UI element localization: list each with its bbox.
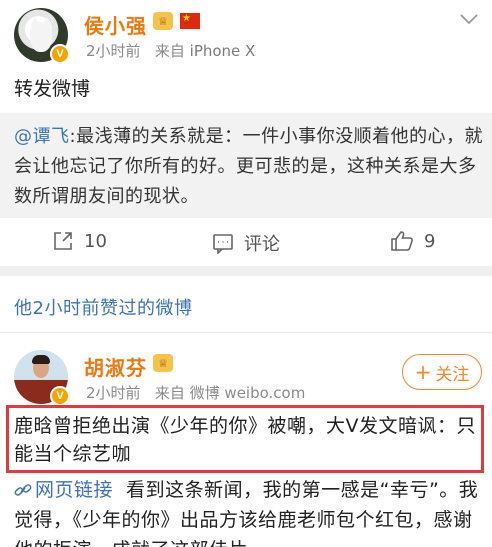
post-time: 2小时前: [86, 384, 141, 402]
quote-body: :最浅薄的关系就是：一件小事你没顺着他的心，就会让他忘记了你所有的好。更可悲的是…: [14, 126, 484, 207]
post-device[interactable]: iPhone X: [190, 42, 256, 60]
repost-count: 10: [84, 230, 107, 252]
headline-text: 鹿晗曾拒绝出演《少年的你》被嘲，大V发文暗讽：只能当个综艺咖: [14, 415, 476, 465]
post-meta: 2小时前 来自 微博 weibo.com: [86, 382, 305, 403]
post-text: 转发微博: [14, 78, 91, 100]
china-flag-icon: [180, 11, 200, 29]
post-time: 2小时前: [86, 42, 141, 60]
post-from-label: 来自: [154, 42, 185, 60]
post-source[interactable]: 微博 weibo.com: [190, 384, 306, 402]
comment-label: 评论: [244, 234, 280, 255]
like-button[interactable]: 9: [390, 230, 435, 252]
post-from-label: 来自: [154, 384, 185, 402]
quoted-post-text: @谭飞:最浅薄的关系就是：一件小事你没顺着他的心，就会让他忘记了你所有的好。更可…: [14, 122, 484, 212]
chevron-down-icon[interactable]: [458, 8, 480, 30]
comment-button[interactable]: 评论: [212, 230, 280, 256]
divider: [0, 332, 492, 333]
repost-icon: [54, 232, 72, 250]
follow-button[interactable]: + 关注: [402, 354, 482, 390]
like-icon: [391, 231, 413, 251]
member-crown-icon: ♕: [153, 12, 173, 30]
action-bar: 10 评论 9: [0, 218, 492, 266]
follow-label: 关注: [435, 364, 470, 385]
link-label: 网页链接: [35, 479, 114, 501]
post-meta: 2小时前 来自 iPhone X: [86, 40, 255, 61]
like-count: 9: [424, 230, 436, 252]
repost-button[interactable]: 10: [52, 230, 107, 252]
author-name[interactable]: 胡淑芬: [84, 352, 147, 381]
section-divider: [0, 266, 492, 276]
liked-header[interactable]: 他2小时前赞过的微博: [14, 294, 192, 320]
comment-icon: [213, 234, 233, 254]
mention-link[interactable]: @谭飞: [14, 126, 70, 147]
verified-badge-icon: V: [50, 386, 70, 406]
web-link[interactable]: 网页链接: [14, 479, 113, 501]
verified-badge-icon: V: [50, 44, 70, 64]
post-text: 网页链接 看到这条新闻，我的第一感是“幸亏”。我觉得，《少年的你》出品方该给鹿老…: [14, 475, 484, 547]
link-icon: [14, 484, 32, 496]
author-name[interactable]: 侯小强: [84, 10, 147, 39]
plus-icon: +: [414, 360, 432, 384]
member-crown-icon: ♕: [153, 354, 173, 372]
